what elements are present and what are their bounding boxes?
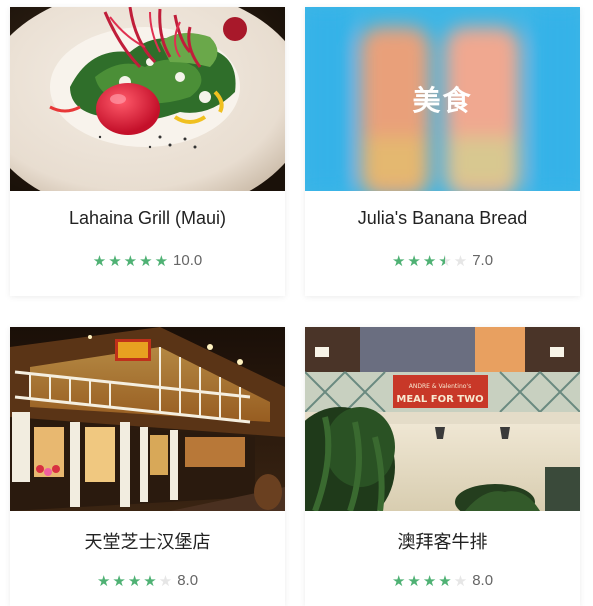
rating-score: 8.0	[472, 572, 494, 589]
sign-text-line2: MEAL FOR TWO	[396, 394, 483, 405]
star-icon: ★	[123, 253, 138, 270]
star-icon: ★	[422, 573, 437, 590]
rating: ★ ★ ★ ★ ★ 7.0	[305, 252, 580, 269]
star-icon: ★	[407, 573, 421, 590]
star-icon: ★	[391, 253, 406, 270]
star-icon: ★	[154, 253, 169, 270]
restaurant-name[interactable]: Julia's Banana Bread	[305, 208, 580, 229]
restaurant-exterior-photo	[10, 327, 285, 511]
restaurant-name[interactable]: 澳拜客牛排	[305, 528, 580, 554]
star-empty-icon: ★	[158, 573, 173, 590]
star-icon: ★	[127, 573, 142, 590]
rating-score: 7.0	[472, 252, 494, 269]
storefront-photo: ANDRE & Valentino's MEAL FOR TWO	[305, 327, 580, 511]
restaurant-photo-exterior[interactable]	[10, 327, 285, 511]
restaurant-card-4[interactable]: ANDRE & Valentino's MEAL FOR TWO 澳拜客牛排 ★…	[305, 327, 580, 606]
restaurant-card-1[interactable]: Lahaina Grill (Maui) ★ ★ ★ ★ ★ 10.0	[10, 7, 285, 296]
sign-text-line1: ANDRE & Valentino's	[409, 383, 471, 390]
star-icon: ★	[438, 573, 452, 590]
salad-photo	[10, 7, 285, 191]
star-icon: ★	[391, 573, 406, 590]
food-label: 美食	[412, 84, 473, 117]
restaurant-name[interactable]: Lahaina Grill (Maui)	[10, 208, 285, 229]
star-icon: ★	[112, 573, 126, 590]
restaurant-photo-salad[interactable]	[10, 7, 285, 191]
rating-score: 10.0	[173, 252, 203, 269]
rating: ★ ★ ★ ★ ★ 8.0	[10, 572, 285, 589]
restaurant-name[interactable]: 天堂芝士汉堡店	[10, 528, 285, 554]
star-icon: ★	[92, 253, 107, 270]
star-empty-icon: ★	[453, 253, 468, 270]
restaurant-card-2[interactable]: 美食 Julia's Banana Bread ★ ★ ★ ★ ★ 7.0	[305, 7, 580, 296]
star-empty-icon: ★	[453, 573, 468, 590]
star-half-icon: ★	[438, 253, 452, 270]
star-icon: ★	[407, 253, 421, 270]
restaurant-photo-placeholder[interactable]: 美食	[305, 7, 580, 191]
star-icon: ★	[422, 253, 437, 270]
star-icon: ★	[139, 253, 153, 270]
star-icon: ★	[143, 573, 157, 590]
rating: ★ ★ ★ ★ ★ 10.0	[10, 252, 285, 269]
star-icon: ★	[108, 253, 122, 270]
rating-score: 8.0	[177, 572, 199, 589]
restaurant-photo-storefront[interactable]: ANDRE & Valentino's MEAL FOR TWO	[305, 327, 580, 511]
star-icon: ★	[96, 573, 111, 590]
rating: ★ ★ ★ ★ ★ 8.0	[305, 572, 580, 589]
restaurant-card-3[interactable]: 天堂芝士汉堡店 ★ ★ ★ ★ ★ 8.0	[10, 327, 285, 606]
